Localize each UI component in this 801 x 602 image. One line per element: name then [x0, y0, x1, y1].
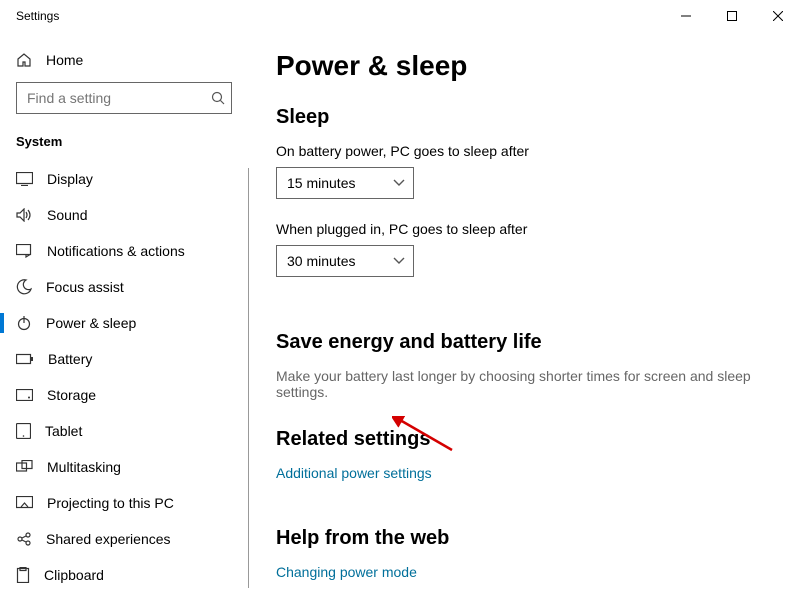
sidebar-item-label: Projecting to this PC: [47, 495, 174, 511]
sidebar-item-projecting[interactable]: Projecting to this PC: [0, 485, 248, 521]
sidebar-item-battery[interactable]: Battery: [0, 341, 248, 377]
sidebar-section: System: [0, 126, 248, 161]
related-heading: Related settings: [276, 428, 773, 451]
select-value: 30 minutes: [287, 253, 355, 269]
sidebar-item-label: Clipboard: [44, 567, 104, 583]
page-title: Power & sleep: [276, 50, 773, 82]
save-energy-text: Make your battery last longer by choosin…: [276, 368, 773, 400]
help-heading: Help from the web: [276, 527, 773, 550]
home-label: Home: [46, 52, 83, 68]
home-icon: [16, 52, 32, 68]
additional-power-settings-link[interactable]: Additional power settings: [276, 465, 773, 481]
plugged-sleep-label: When plugged in, PC goes to sleep after: [276, 221, 773, 237]
clipboard-icon: [16, 567, 30, 583]
shared-icon: [16, 531, 32, 547]
sidebar-item-label: Shared experiences: [46, 531, 171, 547]
notifications-icon: [16, 244, 33, 258]
search-input[interactable]: [27, 90, 211, 106]
sidebar-item-label: Multitasking: [47, 459, 121, 475]
select-value: 15 minutes: [287, 175, 355, 191]
window-controls: [663, 0, 801, 32]
multitasking-icon: [16, 460, 33, 474]
sidebar-item-focus-assist[interactable]: Focus assist: [0, 269, 248, 305]
storage-icon: [16, 389, 33, 401]
battery-sleep-label: On battery power, PC goes to sleep after: [276, 143, 773, 159]
main-content: Power & sleep Sleep On battery power, PC…: [248, 32, 801, 602]
sidebar-item-label: Display: [47, 171, 93, 187]
display-icon: [16, 172, 33, 186]
save-energy-heading: Save energy and battery life: [276, 331, 773, 354]
window-title: Settings: [16, 9, 59, 23]
sidebar-item-multitasking[interactable]: Multitasking: [0, 449, 248, 485]
sidebar-item-label: Tablet: [45, 423, 82, 439]
maximize-button[interactable]: [709, 0, 755, 32]
sidebar-item-label: Notifications & actions: [47, 243, 185, 259]
sidebar-item-sound[interactable]: Sound: [0, 197, 248, 233]
minimize-button[interactable]: [663, 0, 709, 32]
sidebar-item-label: Battery: [48, 351, 92, 367]
plugged-sleep-select[interactable]: 30 minutes: [276, 245, 414, 277]
sidebar-item-storage[interactable]: Storage: [0, 377, 248, 413]
moon-icon: [16, 279, 32, 295]
battery-icon: [16, 353, 34, 365]
sidebar-item-label: Power & sleep: [46, 315, 136, 331]
power-icon: [16, 315, 32, 331]
chevron-down-icon: [393, 257, 405, 265]
sidebar: Home System Display Sound Notifications …: [0, 32, 248, 602]
search-icon: [211, 91, 225, 105]
projecting-icon: [16, 496, 33, 510]
sidebar-item-label: Storage: [47, 387, 96, 403]
battery-sleep-select[interactable]: 15 minutes: [276, 167, 414, 199]
sidebar-item-tablet[interactable]: Tablet: [0, 413, 248, 449]
titlebar: Settings: [0, 0, 801, 32]
sidebar-item-notifications[interactable]: Notifications & actions: [0, 233, 248, 269]
divider: [248, 168, 249, 588]
sidebar-home[interactable]: Home: [0, 46, 248, 78]
search-box[interactable]: [16, 82, 232, 114]
close-button[interactable]: [755, 0, 801, 32]
sound-icon: [16, 208, 33, 222]
sidebar-item-clipboard[interactable]: Clipboard: [0, 557, 248, 593]
sidebar-item-display[interactable]: Display: [0, 161, 248, 197]
sidebar-item-shared-experiences[interactable]: Shared experiences: [0, 521, 248, 557]
sidebar-item-label: Sound: [47, 207, 87, 223]
changing-power-mode-link[interactable]: Changing power mode: [276, 564, 773, 580]
sleep-heading: Sleep: [276, 106, 773, 129]
sidebar-item-label: Focus assist: [46, 279, 124, 295]
tablet-icon: [16, 423, 31, 439]
sidebar-item-power-sleep[interactable]: Power & sleep: [0, 305, 248, 341]
chevron-down-icon: [393, 179, 405, 187]
